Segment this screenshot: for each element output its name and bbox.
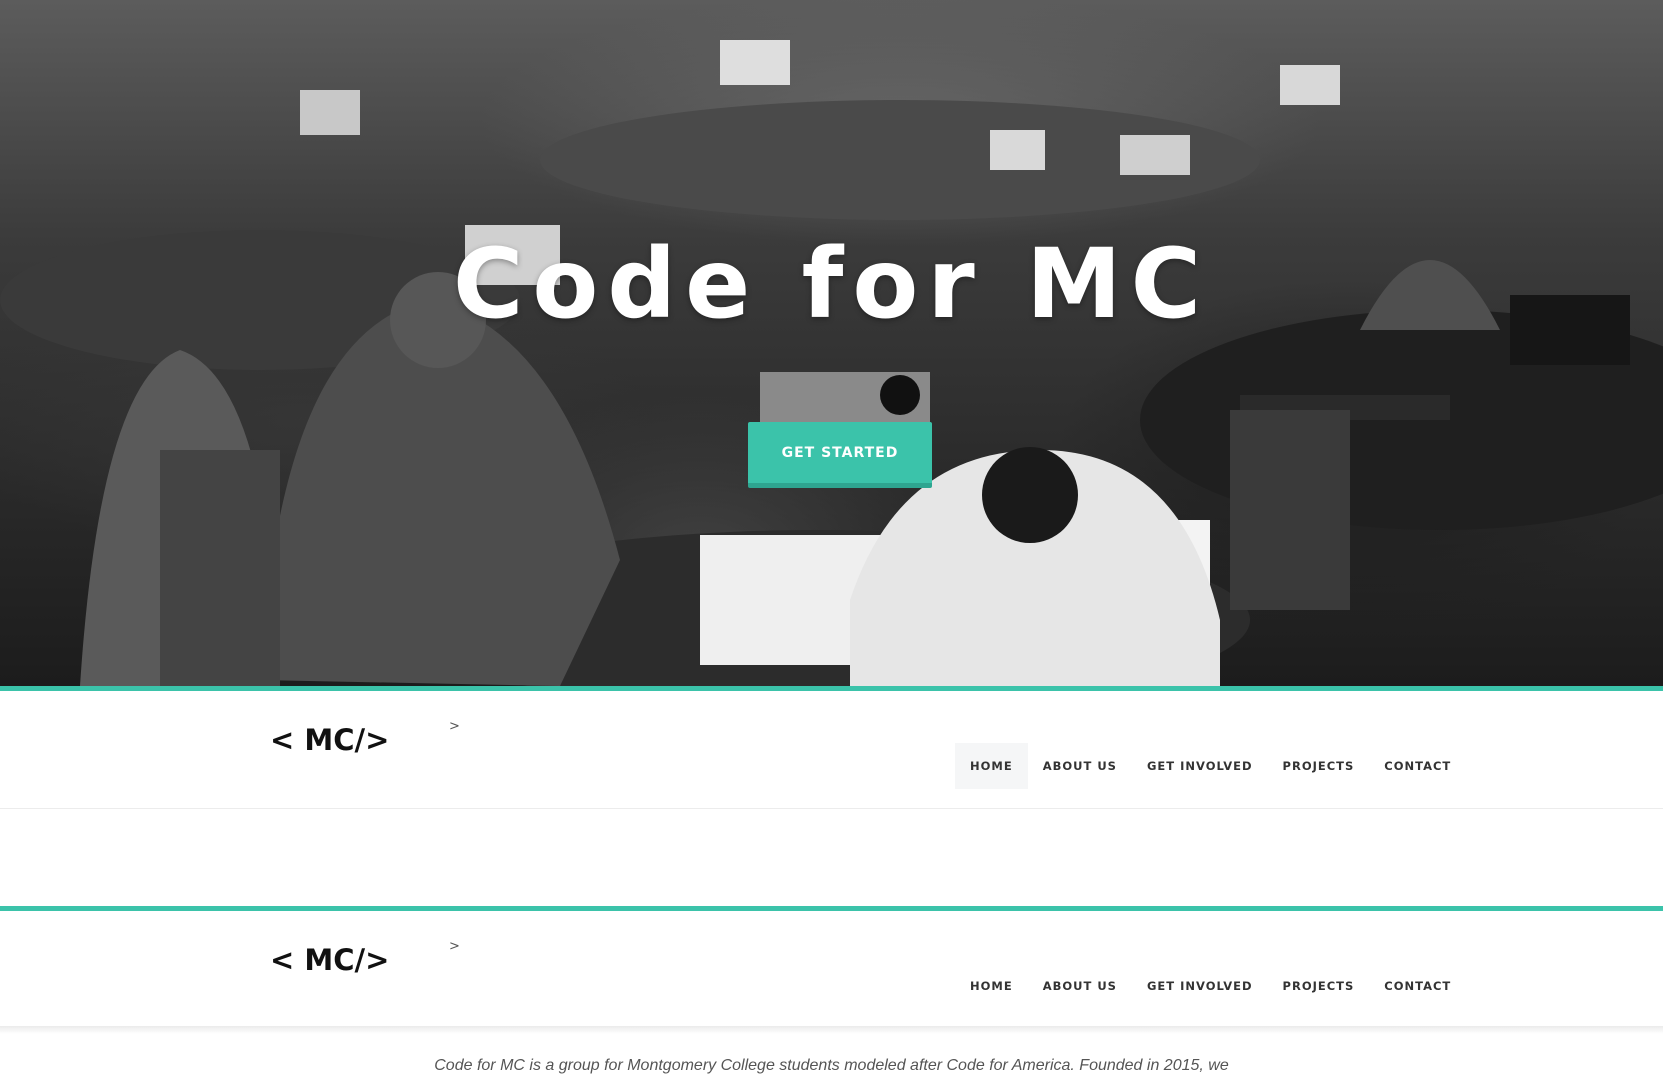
nav-projects[interactable]: PROJECTS bbox=[1268, 743, 1370, 789]
sticky-site-logo[interactable]: < MC/> bbox=[270, 943, 389, 977]
hero-background-photo bbox=[0, 40, 1663, 686]
sticky-nav: HOME ABOUT US GET INVOLVED PROJECTS CONT… bbox=[955, 963, 1466, 1009]
main-navbar: < MC/> > HOME ABOUT US GET INVOLVED PROJ… bbox=[0, 691, 1663, 804]
intro-text: Code for MC is a group for Montgomery Co… bbox=[434, 1057, 1229, 1074]
nav-get-involved[interactable]: GET INVOLVED bbox=[1132, 743, 1268, 789]
site-logo[interactable]: < MC/> bbox=[270, 723, 389, 757]
sticky-nav-contact[interactable]: CONTACT bbox=[1369, 963, 1466, 1009]
nav-about-us[interactable]: ABOUT US bbox=[1028, 743, 1132, 789]
sticky-navbar-shadow bbox=[0, 1026, 1663, 1034]
sticky-navbar: < MC/> > HOME ABOUT US GET INVOLVED PROJ… bbox=[0, 911, 1663, 1026]
primary-nav: HOME ABOUT US GET INVOLVED PROJECTS CONT… bbox=[955, 743, 1466, 789]
nav-home[interactable]: HOME bbox=[955, 743, 1028, 789]
sticky-nav-projects[interactable]: PROJECTS bbox=[1268, 963, 1370, 1009]
sticky-nav-about-us[interactable]: ABOUT US bbox=[1028, 963, 1132, 1009]
get-started-button[interactable]: GET STARTED bbox=[748, 422, 932, 488]
sticky-chevron-right-icon: > bbox=[449, 939, 460, 954]
chevron-right-icon: > bbox=[449, 719, 460, 734]
sticky-nav-home[interactable]: HOME bbox=[955, 963, 1028, 1009]
navbar-divider bbox=[0, 808, 1663, 809]
nav-contact[interactable]: CONTACT bbox=[1369, 743, 1466, 789]
hero-section: Code for MC GET STARTED bbox=[0, 0, 1663, 686]
hero-title: Code for MC bbox=[452, 228, 1211, 340]
sticky-nav-get-involved[interactable]: GET INVOLVED bbox=[1132, 963, 1268, 1009]
